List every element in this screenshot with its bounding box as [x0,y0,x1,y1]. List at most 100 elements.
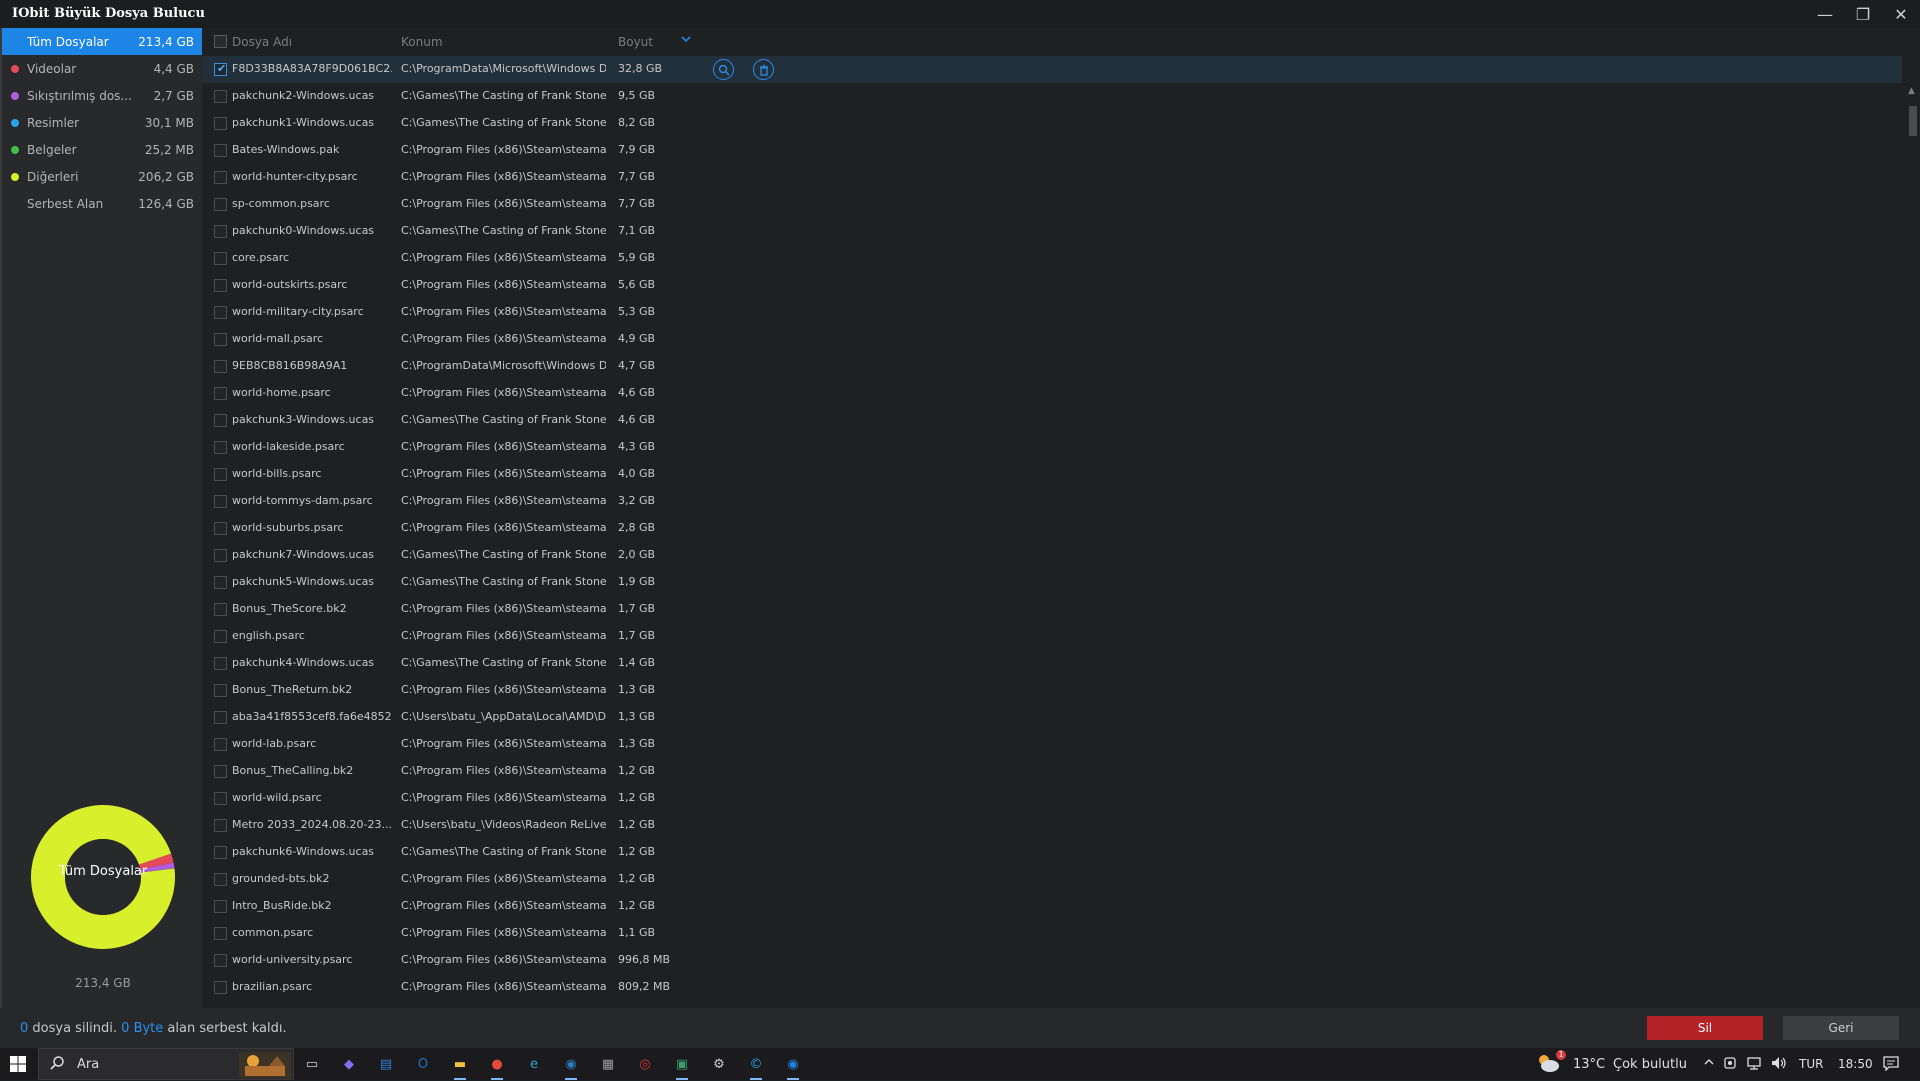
row-checkbox[interactable] [214,630,227,643]
calculator-icon[interactable]: ▦ [598,1054,618,1074]
row-checkbox[interactable] [214,873,227,886]
row-checkbox[interactable] [214,549,227,562]
row-checkbox[interactable] [214,711,227,724]
row-checkbox[interactable] [214,468,227,481]
table-row[interactable]: 9EB8CB816B98A9A1 C:\ProgramData\Microsoft… [202,353,1902,380]
chevron-down-icon[interactable] [680,33,692,48]
row-checkbox[interactable] [214,333,227,346]
row-checkbox[interactable] [214,576,227,589]
row-checkbox[interactable] [214,495,227,508]
row-checkbox[interactable] [214,954,227,967]
row-checkbox[interactable] [214,738,227,751]
row-checkbox[interactable] [214,819,227,832]
taskbar-search-box[interactable]: Ara [38,1048,294,1080]
device-icon[interactable] [1723,1056,1737,1073]
row-checkbox[interactable] [214,144,227,157]
header-size[interactable]: Boyut [618,35,653,49]
table-row[interactable]: grounded-bts.bk2 C:\Program Files (x86)\S… [202,866,1902,893]
table-row[interactable]: pakchunk0-Windows.ucas C:\Games\The Casti… [202,218,1902,245]
table-row[interactable]: Bonus_TheCalling.bk2 C:\Program Files (x8… [202,758,1902,785]
row-checkbox[interactable] [214,171,227,184]
table-row[interactable]: pakchunk7-Windows.ucas C:\Games\The Casti… [202,542,1902,569]
chrome-icon[interactable]: ● [487,1054,507,1074]
row-checkbox[interactable] [214,306,227,319]
category-item[interactable]: Serbest Alan 126,4 GB [2,190,202,217]
header-location[interactable]: Konum [401,35,443,49]
table-row[interactable]: pakchunk5-Windows.ucas C:\Games\The Casti… [202,569,1902,596]
store-icon[interactable]: ▤ [376,1054,396,1074]
table-row[interactable]: world-outskirts.psarc C:\Program Files (x… [202,272,1902,299]
category-item[interactable]: Sıkıştırılmış dos... 2,7 GB [2,82,202,109]
row-checkbox[interactable] [214,198,227,211]
table-row[interactable]: world-mall.psarc C:\Program Files (x86)\S… [202,326,1902,353]
table-row[interactable]: brazilian.psarc C:\Program Files (x86)\St… [202,974,1902,1001]
settings-icon[interactable]: ⚙ [709,1054,729,1074]
category-item[interactable]: Belgeler 25,2 MB [2,136,202,163]
category-item[interactable]: Diğerleri 206,2 GB [2,163,202,190]
weather-temp[interactable]: 13°C [1573,1057,1605,1072]
maximize-button[interactable]: ❐ [1844,0,1882,28]
row-checkbox[interactable] [214,252,227,265]
edge-icon[interactable]: e [524,1054,544,1074]
category-item[interactable]: Resimler 30,1 MB [2,109,202,136]
file-explorer-icon[interactable]: ▬ [450,1054,470,1074]
table-row[interactable]: Bonus_TheReturn.bk2 C:\Program Files (x86… [202,677,1902,704]
volume-icon[interactable] [1771,1056,1787,1073]
table-row[interactable]: world-military-city.psarc C:\Program File… [202,299,1902,326]
scroll-thumb[interactable] [1909,106,1917,136]
row-checkbox[interactable] [214,900,227,913]
outlook-icon[interactable]: O [413,1054,433,1074]
app-red-icon[interactable]: ◎ [635,1054,655,1074]
table-row[interactable]: Intro_BusRide.bk2 C:\Program Files (x86)\… [202,893,1902,920]
row-checkbox[interactable] [214,846,227,859]
table-row[interactable]: pakchunk3-Windows.ucas C:\Games\The Casti… [202,407,1902,434]
table-row[interactable]: pakchunk6-Windows.ucas C:\Games\The Casti… [202,839,1902,866]
select-all-checkbox[interactable] [214,35,227,48]
table-row[interactable]: common.psarc C:\Program Files (x86)\Steam… [202,920,1902,947]
row-checkbox[interactable] [214,792,227,805]
trash-icon[interactable] [753,59,774,80]
row-checkbox[interactable] [214,225,227,238]
close-button[interactable]: ✕ [1882,0,1920,28]
scroll-up-arrow-icon[interactable]: ▲ [1908,86,1915,96]
category-item[interactable]: Videolar 4,4 GB [2,55,202,82]
vertical-scrollbar[interactable]: ▲ ▼ [1906,56,1920,1028]
table-row[interactable]: aba3a41f8553cef8.fa6e4852... C:\Users\bat… [202,704,1902,731]
table-row[interactable]: world-tommys-dam.psarc C:\Program Files (… [202,488,1902,515]
table-row[interactable]: Bates-Windows.pak C:\Program Files (x86)\… [202,137,1902,164]
row-checkbox[interactable] [214,927,227,940]
row-checkbox[interactable] [214,684,227,697]
row-checkbox[interactable] [214,522,227,535]
minimize-button[interactable]: — [1806,0,1844,28]
copilot-icon[interactable]: ◆ [339,1054,359,1074]
table-row[interactable]: Metro 2033_2024.08.20-23.... C:\Users\bat… [202,812,1902,839]
table-row[interactable]: sp-common.psarc C:\Program Files (x86)\St… [202,191,1902,218]
windows-start-icon[interactable] [0,1048,36,1080]
table-row[interactable]: world-lakeside.psarc C:\Program Files (x8… [202,434,1902,461]
table-row[interactable]: ✔ F8D33B8A83A78F9D061BC2... C:\ProgramData… [202,56,1902,83]
table-row[interactable]: world-suburbs.psarc C:\Program Files (x86… [202,515,1902,542]
table-row[interactable]: world-lab.psarc C:\Program Files (x86)\St… [202,731,1902,758]
row-checkbox[interactable] [214,441,227,454]
row-checkbox[interactable] [214,414,227,427]
network-icon[interactable] [1747,1056,1763,1073]
steam-icon[interactable]: ◉ [561,1054,581,1074]
app-green-icon[interactable]: ▣ [672,1054,692,1074]
row-checkbox[interactable] [214,360,227,373]
table-row[interactable]: world-hunter-city.psarc C:\Program Files … [202,164,1902,191]
back-button[interactable]: Geri [1783,1016,1899,1040]
row-checkbox[interactable] [214,117,227,130]
language-indicator[interactable]: TUR [1799,1057,1823,1071]
table-row[interactable]: pakchunk4-Windows.ucas C:\Games\The Casti… [202,650,1902,677]
row-checkbox[interactable] [214,765,227,778]
notification-icon[interactable] [1883,1055,1899,1074]
chevron-up-icon[interactable] [1703,1056,1715,1071]
row-checkbox[interactable] [214,981,227,994]
task-view-icon[interactable]: ▭ [302,1054,322,1074]
table-row[interactable]: world-wild.psarc C:\Program Files (x86)\S… [202,785,1902,812]
app-blue-icon[interactable]: © [746,1054,766,1074]
row-checkbox[interactable] [214,657,227,670]
table-row[interactable]: pakchunk2-Windows.ucas C:\Games\The Casti… [202,83,1902,110]
table-row[interactable]: Bonus_TheScore.bk2 C:\Program Files (x86)… [202,596,1902,623]
table-row[interactable]: world-home.psarc C:\Program Files (x86)\S… [202,380,1902,407]
